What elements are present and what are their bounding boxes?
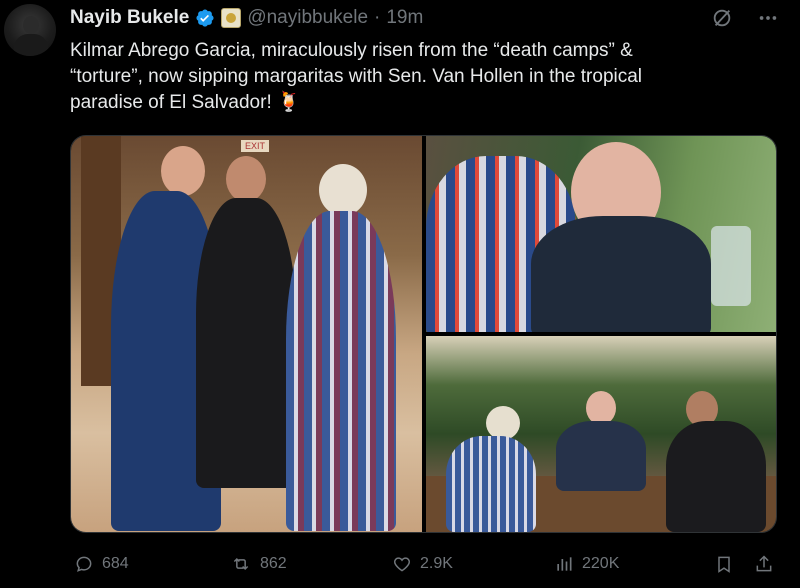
grok-icon[interactable] — [710, 6, 734, 30]
tweet-text: Kilmar Abrego Garcia, miraculously risen… — [70, 40, 643, 113]
more-options-icon[interactable] — [756, 6, 780, 30]
person-suit-black — [196, 198, 296, 488]
share-button[interactable] — [754, 554, 774, 574]
reply-button[interactable]: 684 — [74, 554, 129, 574]
tweet-header: Nayib Bukele @nayibbukele · 19m — [70, 4, 423, 32]
repost-button[interactable]: 862 — [230, 554, 287, 574]
table-photo[interactable] — [426, 336, 776, 532]
avatar[interactable] — [4, 4, 56, 56]
avatar-head — [23, 16, 39, 34]
person-cap — [486, 406, 520, 440]
affiliation-badge-icon[interactable] — [221, 8, 242, 28]
reply-icon — [76, 556, 92, 572]
person-head — [586, 391, 616, 425]
like-count: 2.9K — [420, 555, 453, 572]
person-plaid — [446, 436, 536, 532]
views-button[interactable]: 220K — [554, 554, 619, 574]
views-icon — [557, 557, 572, 571]
heart-icon — [393, 557, 411, 572]
post-time[interactable]: 19m — [386, 7, 423, 29]
person-suit — [531, 216, 711, 332]
author-handle[interactable]: @nayibbukele — [247, 7, 368, 29]
person-cap — [319, 164, 367, 216]
like-button[interactable]: 2.9K — [392, 554, 453, 574]
reply-count: 684 — [102, 555, 129, 572]
exit-sign: EXIT — [241, 140, 270, 152]
bookmark-icon — [718, 556, 730, 573]
action-bar: 684 862 2.9K 220K — [74, 548, 778, 580]
views-count: 220K — [582, 555, 620, 572]
verified-badge-icon — [195, 8, 215, 28]
handshake-photo[interactable]: EXIT — [71, 136, 422, 532]
person-head — [226, 156, 266, 202]
closeup-photo[interactable] — [426, 136, 776, 332]
person-suit — [556, 421, 646, 491]
repost-count: 862 — [260, 555, 287, 572]
media-grid: EXIT — [70, 135, 777, 533]
top-actions — [710, 6, 780, 30]
share-icon — [756, 555, 772, 572]
person-suit-black — [666, 421, 766, 532]
avatar-body — [14, 34, 48, 56]
glass — [711, 226, 751, 306]
person-plaid-shirt — [286, 211, 396, 531]
repost-icon — [233, 557, 249, 571]
bookmark-button[interactable] — [714, 554, 734, 574]
author-name[interactable]: Nayib Bukele — [70, 7, 189, 29]
separator-dot: · — [374, 7, 381, 28]
person-head — [161, 146, 205, 196]
